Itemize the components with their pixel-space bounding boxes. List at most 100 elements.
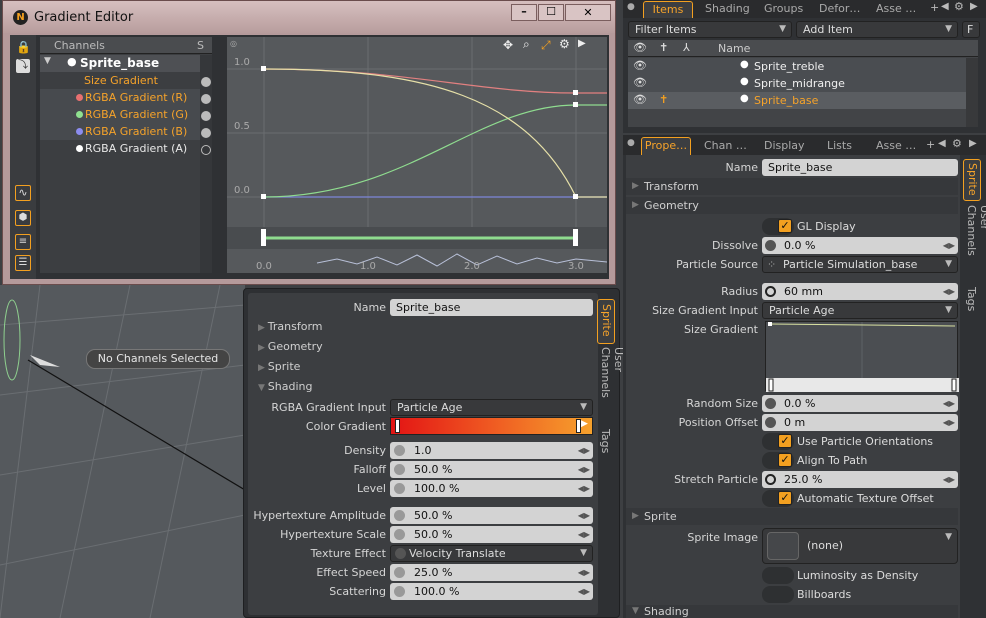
align-path-toggle[interactable]: ✓ xyxy=(762,452,794,469)
tab-assemblies[interactable]: Asse … xyxy=(876,139,916,152)
minimize-button[interactable]: – xyxy=(511,4,537,21)
popout-icon[interactable]: ◀ xyxy=(941,1,949,12)
tree-item-rgba-b[interactable]: RGBA Gradient (B) xyxy=(40,123,200,140)
billboards-toggle[interactable] xyxy=(762,586,794,603)
stepper-icon[interactable]: ◀▶ xyxy=(578,583,590,600)
arrow-right-icon[interactable]: ▶ xyxy=(969,138,977,149)
tab-lists[interactable]: Lists xyxy=(827,139,852,152)
stretch-particle-field[interactable]: 25.0 % ◀▶ xyxy=(762,471,958,488)
size-gradient-input-select[interactable]: Particle Age ▼ xyxy=(762,302,958,319)
falloff-field[interactable]: 50.0 % ◀▶ xyxy=(390,461,593,478)
panel-menu-icon[interactable]: ● xyxy=(627,138,635,148)
fit-icon[interactable]: ⤢ xyxy=(541,38,551,53)
lock-dot-icon[interactable] xyxy=(394,464,405,475)
stepper-icon[interactable]: ◀▶ xyxy=(578,480,590,497)
s-toggle[interactable] xyxy=(201,145,211,155)
vtab-tags[interactable]: Tags xyxy=(597,429,615,459)
item-row[interactable]: 👁 ● Sprite_treble xyxy=(628,58,966,75)
add-item-select[interactable]: Add Item ▼ xyxy=(796,21,958,38)
lock-dot-icon[interactable] xyxy=(394,529,405,540)
tab-assemblies[interactable]: Asse … xyxy=(876,2,916,15)
f-button[interactable]: F xyxy=(962,21,980,38)
tab-shading[interactable]: Shading xyxy=(705,2,750,15)
section-transform[interactable]: ▶ Transform xyxy=(258,320,323,333)
close-button[interactable]: ✕ xyxy=(565,4,611,21)
tab-items[interactable]: Items xyxy=(643,1,693,18)
luminosity-density-toggle[interactable] xyxy=(762,567,794,584)
stepper-icon[interactable]: ◀▶ xyxy=(578,461,590,478)
eye-icon[interactable]: 👁 xyxy=(633,41,647,54)
gradient-editor-titlebar[interactable]: N Gradient Editor – ☐ ✕ xyxy=(3,1,615,33)
particle-source-select[interactable]: ⁘ Particle Simulation_base ▼ xyxy=(762,256,958,273)
gl-display-toggle[interactable]: ✓ xyxy=(762,218,794,235)
stepper-icon[interactable]: ◀▶ xyxy=(943,414,955,431)
tab-deformers[interactable]: Defor… xyxy=(819,2,860,15)
stepper-icon[interactable]: ◀▶ xyxy=(578,507,590,524)
arrow-right-icon[interactable]: ▶ xyxy=(581,419,588,429)
section-geometry[interactable]: ▶ Geometry xyxy=(258,340,323,353)
menu-icon[interactable]: ☰ xyxy=(15,255,31,271)
lock-icon[interactable]: 🔒 xyxy=(16,40,31,54)
tree-item-size-gradient[interactable]: Size Gradient xyxy=(40,72,200,89)
stepper-icon[interactable]: ◀▶ xyxy=(943,395,955,412)
link-icon[interactable]: ⤵ xyxy=(16,59,30,73)
lock-dot-icon[interactable] xyxy=(765,474,776,485)
expand-icon[interactable]: ▼ xyxy=(44,56,51,66)
maximize-button[interactable]: ☐ xyxy=(538,4,564,21)
radius-field[interactable]: 60 mm ◀▶ xyxy=(762,283,958,300)
gear-icon[interactable]: ⚙ xyxy=(559,37,570,51)
curve-icon[interactable]: ∿ xyxy=(15,185,31,201)
arrow-right-icon[interactable]: ▶ xyxy=(578,38,586,49)
viewport[interactable]: No Channels Selected xyxy=(0,285,245,618)
zoom-icon[interactable]: ⌕ xyxy=(523,37,530,52)
vtab-tags[interactable]: Tags xyxy=(963,287,981,317)
sprite-image-select[interactable]: (none) ▼ xyxy=(762,528,958,564)
stepper-icon[interactable]: ◀▶ xyxy=(943,237,955,254)
use-orientations-toggle[interactable]: ✓ xyxy=(762,433,794,450)
graph-area[interactable]: ◎ ✥ ⌕ ⤢ ⚙ ▶ 1.0 0.5 0.0 0.0 1.0 2.0 3.0 xyxy=(227,37,607,273)
s-toggle[interactable] xyxy=(201,77,211,87)
item-row-selected[interactable]: 👁 ✝ ● Sprite_base xyxy=(628,92,966,109)
section-sprite[interactable]: ▶ Sprite xyxy=(258,360,300,373)
lock-dot-icon[interactable] xyxy=(765,286,776,297)
texture-effect-select[interactable]: Velocity Translate ▼ xyxy=(390,545,593,562)
lock-dot-icon[interactable] xyxy=(394,445,405,456)
panel-menu-icon[interactable]: ● xyxy=(627,2,635,12)
lock-dot-icon[interactable] xyxy=(394,586,405,597)
add-tab-icon[interactable]: + xyxy=(930,1,939,14)
gear-icon[interactable]: ⚙ xyxy=(952,137,962,150)
name-field[interactable]: Sprite_base xyxy=(390,299,593,316)
tree-item-rgba-g[interactable]: RGBA Gradient (G) xyxy=(40,106,200,123)
visibility-eye-icon[interactable]: 👁 xyxy=(633,93,647,106)
stepper-icon[interactable]: ◀▶ xyxy=(578,442,590,459)
vtab-user-channels[interactable]: User Channels xyxy=(963,205,986,281)
tab-properties[interactable]: Prope… xyxy=(641,137,691,155)
stepper-icon[interactable]: ◀▶ xyxy=(578,564,590,581)
position-offset-field[interactable]: 0 m ◀▶ xyxy=(762,414,958,431)
effect-speed-field[interactable]: 25.0 % ◀▶ xyxy=(390,564,593,581)
section-shading[interactable]: ▼ Shading xyxy=(626,605,958,618)
tab-display[interactable]: Display xyxy=(764,139,805,152)
s-toggle[interactable] xyxy=(201,94,211,104)
tree-item-rgba-a[interactable]: RGBA Gradient (A) xyxy=(40,140,200,157)
s-toggle[interactable] xyxy=(201,111,211,121)
list-icon[interactable]: ≡ xyxy=(15,234,31,250)
random-size-field[interactable]: 0.0 % ◀▶ xyxy=(762,395,958,412)
lock-dot-icon[interactable] xyxy=(394,510,405,521)
section-shading[interactable]: ▼ Shading xyxy=(258,380,312,393)
popout-icon[interactable]: ◀ xyxy=(938,138,946,149)
lock-dot-icon[interactable] xyxy=(394,483,405,494)
tree-root[interactable]: ▼ ● Sprite_base xyxy=(40,55,200,72)
tab-channels[interactable]: Chan … xyxy=(704,139,747,152)
stepper-icon[interactable]: ◀▶ xyxy=(578,526,590,543)
lock-col-icon[interactable]: ✝ xyxy=(659,41,668,54)
s-toggle[interactable] xyxy=(201,128,211,138)
name-field[interactable]: Sprite_base xyxy=(762,159,958,176)
section-sprite[interactable]: ▶ Sprite xyxy=(626,508,958,525)
lock-dot-icon[interactable] xyxy=(765,398,776,409)
gear-icon[interactable]: ⚙ xyxy=(954,0,964,13)
vtab-sprite[interactable]: Sprite xyxy=(963,159,981,201)
lock-dot-icon[interactable] xyxy=(394,567,405,578)
auto-texture-offset-toggle[interactable]: ✓ xyxy=(762,490,794,507)
section-transform[interactable]: ▶ Transform xyxy=(626,178,958,195)
